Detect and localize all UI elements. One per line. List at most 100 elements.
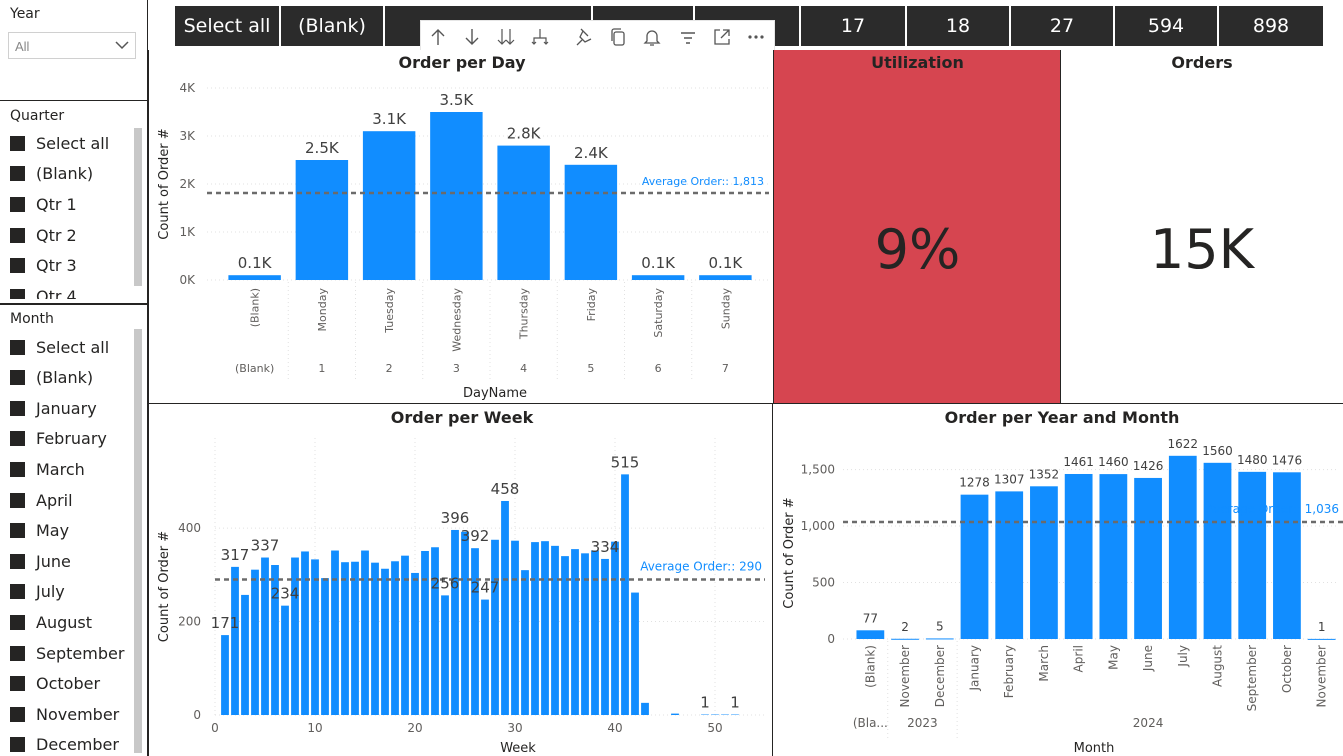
filter-chip[interactable]: 898 [1219, 6, 1323, 46]
filter-chip[interactable]: Select all [175, 6, 279, 46]
filter-chip[interactable]: (Blank) [281, 6, 383, 46]
filter-chip[interactable]: 17 [801, 6, 905, 46]
checkbox-icon[interactable] [10, 523, 25, 539]
utilization-value: 9% [874, 218, 961, 281]
checkbox-icon[interactable] [10, 258, 25, 274]
slicer-item[interactable]: Qtr 2 [10, 223, 77, 247]
slicer-item[interactable]: (Blank) [10, 162, 93, 186]
checkbox-icon[interactable] [10, 461, 25, 477]
checkbox-icon[interactable] [10, 400, 25, 416]
order-per-week-chart: 0 200 400 0 10 20 30 40 50 Count of Order # Averag… [157, 438, 765, 756]
slicer-item-label: December [36, 735, 119, 755]
slicer-item[interactable]: September [10, 641, 124, 665]
x-subtick-label: 3 [453, 362, 460, 375]
more-options-icon[interactable] [745, 26, 767, 48]
bar [241, 594, 249, 715]
checkbox-icon[interactable] [10, 676, 25, 692]
alert-bell-icon[interactable] [641, 26, 663, 48]
checkbox-icon[interactable] [10, 584, 25, 600]
slicer-item[interactable]: Qtr 3 [10, 254, 77, 278]
month-slicer-title: Month [10, 311, 54, 327]
slicer-item[interactable]: January [10, 396, 97, 420]
copy-icon[interactable] [607, 26, 629, 48]
slicer-item-label: Qtr 2 [36, 225, 77, 245]
slicer-item[interactable]: Select all [10, 335, 109, 359]
slicer-item[interactable]: March [10, 457, 85, 481]
slicer-item[interactable]: April [10, 488, 73, 512]
slicer-item[interactable]: July [10, 580, 65, 604]
x-tick-label: June [1141, 645, 1155, 672]
data-label: 247 [471, 579, 500, 597]
bar [891, 638, 919, 640]
filter-chip[interactable]: 18 [907, 6, 1009, 46]
bar [221, 635, 229, 715]
slicer-item[interactable]: October [10, 672, 100, 696]
data-label: 317 [221, 546, 250, 564]
chevron-down-icon [115, 41, 129, 50]
slicer-item[interactable]: Qtr 4 [10, 285, 77, 299]
filter-chip[interactable]: 594 [1115, 6, 1217, 46]
data-label: 334 [591, 538, 620, 556]
x-tick-label: November [898, 645, 912, 707]
checkbox-icon[interactable] [10, 706, 25, 722]
bar [551, 545, 559, 715]
y-axis-title: Count of Order # [782, 497, 797, 608]
slicer-item-label: May [36, 521, 70, 541]
year-slicer-title: Year [10, 6, 40, 22]
arrow-up-icon[interactable] [427, 26, 449, 48]
checkbox-icon[interactable] [10, 166, 25, 182]
checkbox-icon[interactable] [10, 553, 25, 569]
bar [995, 491, 1024, 639]
pin-icon[interactable] [573, 26, 595, 48]
slicer-item-label: Qtr 1 [36, 194, 77, 214]
focus-mode-icon[interactable] [711, 26, 733, 48]
checkbox-icon[interactable] [10, 370, 25, 386]
bar [1203, 462, 1232, 639]
filter-chip[interactable]: 27 [1011, 6, 1113, 46]
y-tick-label: 1,500 [801, 463, 835, 477]
slicer-item[interactable]: Select all [10, 131, 109, 155]
slicer-item[interactable]: August [10, 610, 92, 634]
month-scrollbar[interactable] [134, 329, 142, 753]
bar [391, 561, 399, 715]
y-tick-label: 400 [178, 521, 201, 535]
double-arrow-down-icon[interactable] [495, 26, 517, 48]
slicer-item[interactable]: December [10, 733, 119, 756]
slicer-item-label: January [36, 398, 97, 418]
slicer-item[interactable]: February [10, 427, 107, 451]
checkbox-icon[interactable] [10, 492, 25, 508]
checkbox-icon[interactable] [10, 339, 25, 355]
data-label: 1426 [1133, 459, 1164, 473]
data-label: 256 [431, 574, 460, 592]
quarter-scrollbar[interactable] [134, 128, 142, 286]
y-tick-label: 2K [179, 177, 196, 191]
bar [541, 541, 549, 715]
bar [281, 605, 289, 715]
filter-icon[interactable] [677, 26, 699, 48]
checkbox-icon[interactable] [10, 614, 25, 630]
slicer-item[interactable]: November [10, 702, 119, 726]
bar [228, 275, 281, 280]
checkbox-icon[interactable] [10, 645, 25, 661]
checkbox-icon[interactable] [10, 135, 25, 151]
arrow-down-icon[interactable] [461, 26, 483, 48]
year-slicer: Year All [0, 0, 148, 101]
checkbox-icon[interactable] [10, 196, 25, 212]
x-tick-label: 10 [307, 721, 322, 735]
bar [421, 550, 429, 715]
year-dropdown[interactable]: All [8, 32, 136, 59]
slicer-item[interactable]: (Blank) [10, 366, 93, 390]
checkbox-icon[interactable] [10, 737, 25, 753]
slicer-item[interactable]: May [10, 519, 69, 543]
checkbox-icon[interactable] [10, 289, 25, 299]
checkbox-icon[interactable] [10, 227, 25, 243]
bar [291, 557, 299, 715]
checkbox-icon[interactable] [10, 431, 25, 447]
bar [1307, 638, 1336, 640]
slicer-item[interactable]: Qtr 1 [10, 192, 77, 216]
bar [431, 547, 439, 715]
x-tick-label: Tuesday [383, 288, 396, 334]
expand-hierarchy-icon[interactable] [529, 26, 551, 48]
bar [321, 578, 329, 715]
slicer-item[interactable]: June [10, 549, 71, 573]
